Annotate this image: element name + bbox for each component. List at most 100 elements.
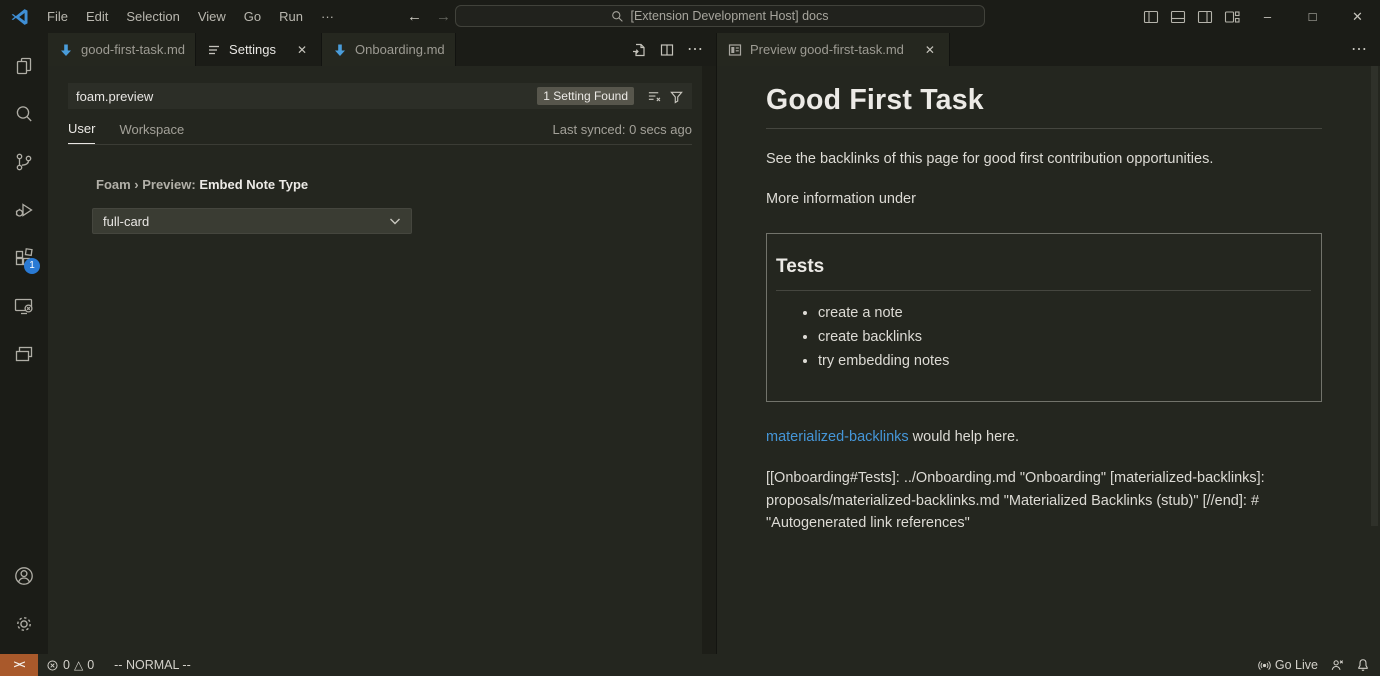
- tab-onboarding[interactable]: Onboarding.md: [322, 33, 456, 66]
- menu-run[interactable]: Run: [270, 6, 312, 28]
- more-actions-icon[interactable]: ⋯: [687, 45, 704, 55]
- editor-scroll-gutter[interactable]: [702, 66, 716, 654]
- results-count-badge: 1 Setting Found: [537, 87, 634, 105]
- preview-paragraph: See the backlinks of this page for good …: [766, 151, 1322, 167]
- materialized-backlinks-link[interactable]: materialized-backlinks: [766, 429, 909, 445]
- markdown-file-icon: [332, 42, 348, 58]
- list-item: create a note: [818, 305, 1311, 321]
- menu-edit[interactable]: Edit: [77, 6, 117, 28]
- go-live-label: Go Live: [1275, 658, 1318, 672]
- editor-group-left: good-first-task.md Settings ✕ Onboarding…: [48, 33, 716, 654]
- markdown-preview: Good First Task See the backlinks of thi…: [717, 66, 1380, 654]
- settings-search-bar: 1 Setting Found: [68, 83, 692, 109]
- markdown-file-icon: [58, 42, 74, 58]
- reference-line: "Autogenerated link references": [766, 512, 1322, 535]
- settings-scope-tabs: User Workspace Last synced: 0 secs ago: [68, 121, 692, 145]
- scope-tab-user[interactable]: User: [68, 121, 95, 144]
- vim-mode-status[interactable]: -- NORMAL --: [108, 654, 197, 676]
- minimize-button[interactable]: –: [1245, 0, 1290, 33]
- setting-label: Embed Note Type: [199, 177, 308, 192]
- maximize-button[interactable]: □: [1290, 0, 1335, 33]
- preview-scrollbar[interactable]: [1371, 66, 1378, 526]
- command-center-label: [Extension Development Host] docs: [630, 9, 828, 23]
- filter-icon[interactable]: [666, 86, 686, 106]
- settings-editor-icon: [206, 42, 222, 58]
- notifications-bell-icon[interactable]: [1350, 654, 1376, 676]
- activity-bar: 1: [0, 33, 48, 654]
- windows-panel-icon[interactable]: [0, 330, 48, 378]
- tab-good-first-task[interactable]: good-first-task.md: [48, 33, 196, 66]
- clear-search-icon[interactable]: [644, 86, 664, 106]
- split-editor-icon[interactable]: [659, 42, 675, 58]
- scope-tab-workspace[interactable]: Workspace: [119, 122, 184, 144]
- embed-note-type-select[interactable]: full-card: [92, 208, 412, 234]
- toggle-panel-icon[interactable]: [1164, 3, 1191, 30]
- link-tail-text: would help here.: [909, 429, 1019, 445]
- vscode-logo-icon: [10, 7, 30, 27]
- left-tabs-bar: good-first-task.md Settings ✕ Onboarding…: [48, 33, 716, 66]
- remote-indicator[interactable]: ><: [0, 654, 38, 676]
- chevron-down-icon: [389, 217, 401, 226]
- close-tab-icon[interactable]: ✕: [293, 41, 311, 59]
- search-icon: [611, 10, 624, 23]
- embedded-note-title: Tests: [776, 256, 1311, 291]
- preview-paragraph: materialized-backlinks would help here.: [766, 429, 1322, 445]
- tab-label: good-first-task.md: [81, 42, 185, 57]
- settings-search-input[interactable]: [76, 89, 537, 104]
- menu-file[interactable]: File: [38, 6, 77, 28]
- close-window-button[interactable]: ✕: [1335, 0, 1380, 33]
- setting-category: Foam › Preview:: [96, 177, 199, 192]
- tab-label: Onboarding.md: [355, 42, 445, 57]
- markdown-preview-icon: [727, 42, 743, 58]
- toggle-secondary-sidebar-icon[interactable]: [1191, 3, 1218, 30]
- menu-selection[interactable]: Selection: [117, 6, 188, 28]
- preview-heading: Good First Task: [766, 84, 1322, 129]
- problems-status[interactable]: 0 △ 0: [40, 654, 100, 676]
- list-item: try embedding notes: [818, 353, 1311, 369]
- navigate-back-icon[interactable]: ←: [407, 8, 422, 25]
- explorer-icon[interactable]: [0, 42, 48, 90]
- tab-settings[interactable]: Settings ✕: [196, 33, 322, 66]
- search-view-icon[interactable]: [0, 90, 48, 138]
- embedded-note-list: create a note create backlinks try embed…: [776, 305, 1311, 369]
- feedback-icon[interactable]: [1324, 654, 1350, 676]
- go-live-button[interactable]: Go Live: [1252, 654, 1324, 676]
- run-debug-icon[interactable]: [0, 186, 48, 234]
- open-settings-json-icon[interactable]: [631, 42, 647, 58]
- settings-gear-icon[interactable]: [0, 600, 48, 648]
- preview-paragraph: More information under: [766, 191, 1322, 207]
- more-actions-icon[interactable]: ⋯: [1351, 45, 1368, 55]
- accounts-icon[interactable]: [0, 552, 48, 600]
- error-count: 0: [63, 658, 70, 672]
- vim-mode-label: -- NORMAL --: [114, 658, 191, 672]
- list-item: create backlinks: [818, 329, 1311, 345]
- setting-item-embed-note-type: Foam › Preview: Embed Note Type full-car…: [68, 177, 716, 234]
- menu-view[interactable]: View: [189, 6, 235, 28]
- reference-line: [[Onboarding#Tests]: ../Onboarding.md "O…: [766, 467, 1322, 490]
- customize-layout-icon[interactable]: [1218, 3, 1245, 30]
- navigate-forward-icon[interactable]: →: [436, 8, 451, 25]
- toggle-primary-sidebar-icon[interactable]: [1137, 3, 1164, 30]
- workbench: 1: [0, 33, 1380, 654]
- status-bar: >< 0 △ 0 -- NORMAL -- Go Live: [0, 654, 1380, 676]
- tab-preview-good-first-task[interactable]: Preview good-first-task.md ✕: [717, 33, 950, 66]
- tab-label: Settings: [229, 42, 276, 57]
- warnings-icon: △: [74, 658, 83, 672]
- extensions-badge: 1: [24, 258, 40, 274]
- setting-title: Foam › Preview: Embed Note Type: [96, 177, 716, 192]
- command-center-search[interactable]: [Extension Development Host] docs: [455, 5, 985, 27]
- embedded-note-card: Tests create a note create backlinks try…: [766, 233, 1322, 402]
- menu-go[interactable]: Go: [235, 6, 270, 28]
- source-control-icon[interactable]: [0, 138, 48, 186]
- link-references-block: [[Onboarding#Tests]: ../Onboarding.md "O…: [766, 467, 1322, 535]
- tab-label: Preview good-first-task.md: [750, 42, 904, 57]
- close-tab-icon[interactable]: ✕: [921, 41, 939, 59]
- menu-overflow[interactable]: ···: [312, 6, 343, 28]
- settings-editor: 1 Setting Found User Workspace Last sync…: [48, 66, 716, 654]
- remote-explorer-icon[interactable]: [0, 282, 48, 330]
- right-tabs-bar: Preview good-first-task.md ✕ ⋯: [717, 33, 1380, 66]
- last-synced-label: Last synced: 0 secs ago: [553, 122, 692, 144]
- extensions-icon[interactable]: 1: [0, 234, 48, 282]
- reference-line: proposals/materialized-backlinks.md "Mat…: [766, 490, 1322, 513]
- broadcast-icon: [1258, 659, 1271, 672]
